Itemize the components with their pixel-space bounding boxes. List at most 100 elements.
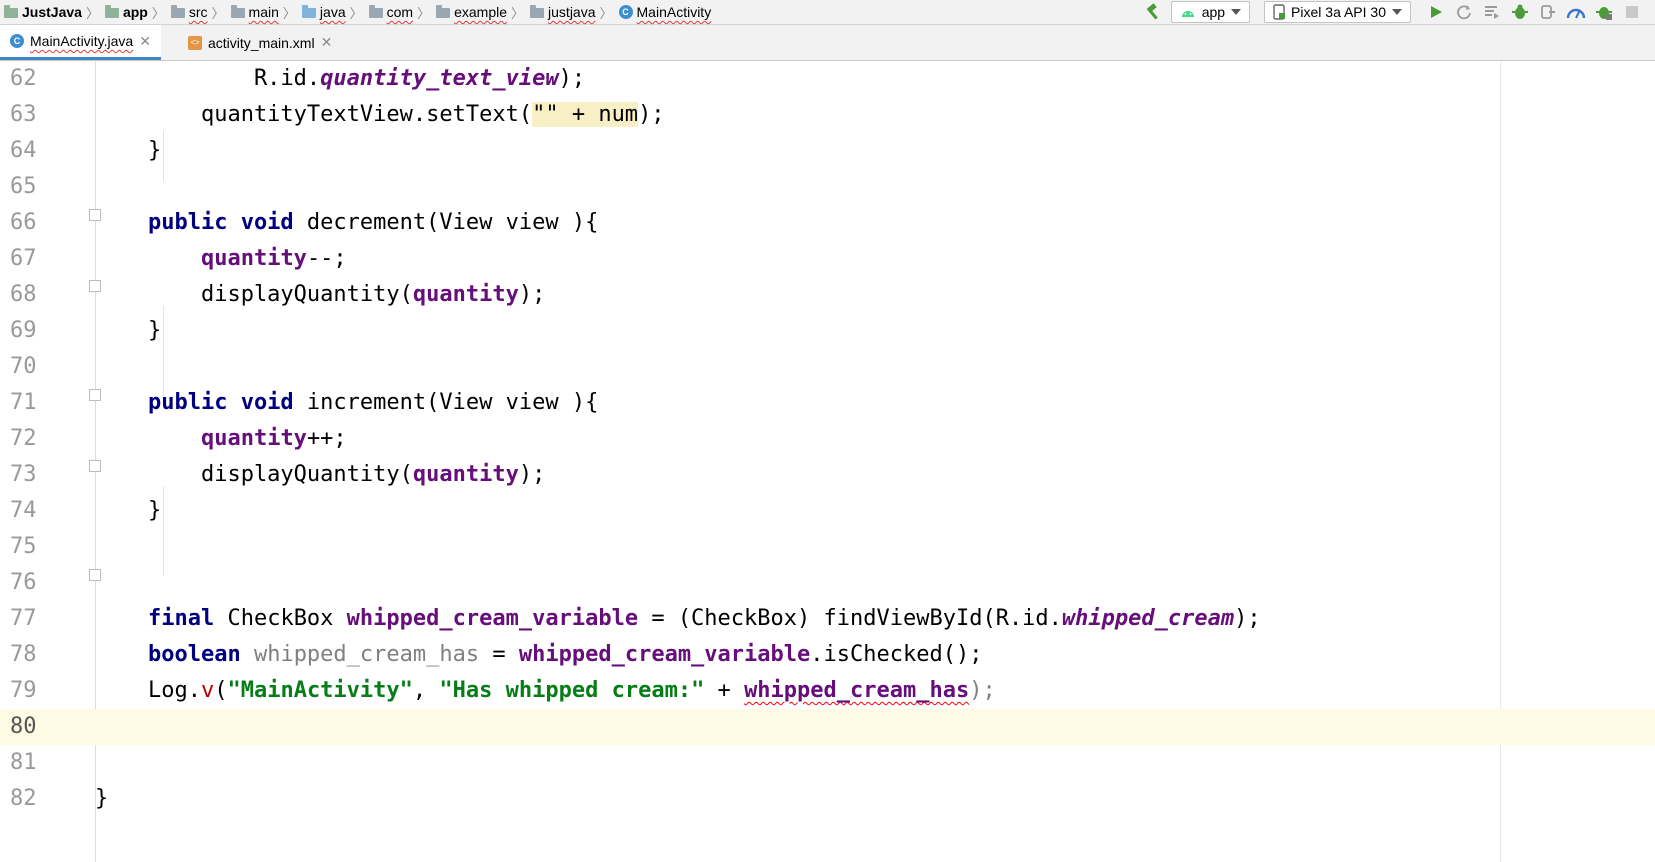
close-icon[interactable]: ✕: [321, 34, 333, 51]
profile-icon[interactable]: [1565, 1, 1587, 23]
line-number: 76: [10, 570, 37, 595]
line-number: 73: [10, 462, 37, 487]
code-text: }: [95, 318, 162, 343]
breadcrumb-item-mainactivity[interactable]: C MainActivity: [615, 4, 714, 20]
line-number: 69: [10, 318, 37, 343]
code-line-82[interactable]: 82 }: [0, 781, 1655, 817]
android-icon: [1181, 11, 1194, 17]
code-line-79[interactable]: 79 Log.v("MainActivity", "Has whipped cr…: [0, 673, 1655, 709]
code-line-71[interactable]: 71 public void increment(View view ){: [0, 385, 1655, 421]
xml-file-icon: <>: [188, 35, 202, 50]
source-folder-icon: [301, 4, 316, 18]
code-text: quantity++;: [200, 426, 347, 451]
breadcrumb-item-main[interactable]: main: [227, 4, 281, 20]
tab-label: activity_main.xml: [208, 34, 315, 51]
code-line-62[interactable]: 62 R.id.quantity_text_view);: [0, 61, 1655, 97]
code-editor[interactable]: 62 R.id.quantity_text_view); 63 quantity…: [0, 61, 1655, 862]
code-text: public void increment(View view ){: [95, 390, 599, 415]
stop-icon[interactable]: [1621, 1, 1643, 23]
run-configuration-dropdown[interactable]: app: [1170, 1, 1251, 23]
code-text: }: [95, 138, 162, 163]
module-folder-icon: [4, 4, 18, 18]
breadcrumb-label: JustJava: [22, 4, 82, 20]
code-line-69[interactable]: 69 }: [0, 313, 1655, 349]
debug-icon[interactable]: [1509, 1, 1531, 23]
chevron-down-icon: [1392, 9, 1402, 15]
breadcrumb-label: com: [386, 4, 414, 20]
device-dropdown[interactable]: Pixel 3a API 30: [1264, 1, 1411, 23]
breadcrumb-label: example: [454, 4, 508, 20]
code-text: quantityTextView.setText("" + num);: [95, 102, 665, 127]
breadcrumb-label: src: [188, 4, 208, 20]
chevron-right-icon: 〉: [151, 5, 165, 21]
line-number: 80: [10, 714, 37, 739]
code-line-76[interactable]: 76: [0, 565, 1655, 601]
attach-debugger-icon[interactable]: [1537, 1, 1559, 23]
line-number: 75: [10, 534, 37, 559]
breadcrumb-item-src[interactable]: src: [167, 4, 210, 20]
close-icon[interactable]: ✕: [139, 33, 151, 50]
hammer-icon[interactable]: [1143, 1, 1165, 23]
line-number: 78: [10, 642, 37, 667]
code-line-73[interactable]: 73 displayQuantity(quantity);: [0, 457, 1655, 493]
line-number: 63: [10, 102, 37, 127]
device-icon: [1273, 4, 1286, 20]
breadcrumb-item-justjava[interactable]: JustJava: [0, 4, 84, 20]
code-line-67[interactable]: 67 quantity--;: [0, 241, 1655, 277]
chevron-right-icon: 〉: [511, 5, 525, 21]
chevron-right-icon: 〉: [417, 5, 431, 21]
line-number: 68: [10, 282, 37, 307]
chevron-right-icon: 〉: [349, 5, 363, 21]
code-line-75[interactable]: 75: [0, 529, 1655, 565]
class-icon: C: [10, 34, 24, 48]
package-icon: [368, 4, 383, 18]
line-number: 79: [10, 678, 37, 703]
line-number: 67: [10, 246, 37, 271]
package-icon: [436, 4, 451, 18]
code-line-81[interactable]: 81: [0, 745, 1655, 781]
tab-activity-main-xml[interactable]: <> activity_main.xml ✕: [178, 25, 342, 60]
chevron-right-icon: 〉: [85, 5, 99, 21]
line-number: 62: [10, 66, 37, 91]
editor-tab-bar: C MainActivity.java ✕ <> activity_main.x…: [0, 25, 1655, 61]
code-line-63[interactable]: 63 quantityTextView.setText("" + num);: [0, 97, 1655, 133]
breadcrumb-label: justjava: [548, 4, 596, 20]
run-icon[interactable]: [1425, 1, 1447, 23]
line-number: 82: [10, 786, 37, 811]
breadcrumb: JustJava 〉 app 〉 src 〉 main 〉 java 〉 com…: [0, 0, 713, 24]
code-line-77[interactable]: 77 final CheckBox whipped_cream_variable…: [0, 601, 1655, 637]
line-number: 64: [10, 138, 37, 163]
code-text: }: [95, 786, 109, 811]
code-line-78[interactable]: 78 boolean whipped_cream_has = whipped_c…: [0, 637, 1655, 673]
code-text: final CheckBox whipped_cream_variable = …: [147, 606, 1261, 631]
code-line-66[interactable]: 66 public void decrement(View view ){: [0, 205, 1655, 241]
code-line-64[interactable]: 64 }: [0, 133, 1655, 169]
breadcrumb-item-app[interactable]: app: [101, 4, 150, 20]
code-text: quantity--;: [200, 246, 347, 271]
code-text: boolean whipped_cream_has = whipped_crea…: [147, 642, 983, 667]
code-line-68[interactable]: 68 displayQuantity(quantity);: [0, 277, 1655, 313]
line-number: 74: [10, 498, 37, 523]
line-number: 77: [10, 606, 37, 631]
tab-mainactivity-java[interactable]: C MainActivity.java ✕: [0, 25, 161, 60]
breadcrumb-item-com[interactable]: com: [365, 4, 415, 20]
breadcrumb-item-example[interactable]: example: [432, 4, 509, 20]
line-number: 81: [10, 750, 37, 775]
code-line-80[interactable]: 80: [0, 709, 1655, 745]
code-text: R.id.quantity_text_view);: [95, 66, 586, 91]
chevron-right-icon: 〉: [599, 5, 613, 21]
code-line-65[interactable]: 65: [0, 169, 1655, 205]
code-line-72[interactable]: 72 quantity++;: [0, 421, 1655, 457]
debug-app-icon[interactable]: [1593, 1, 1615, 23]
line-number: 72: [10, 426, 37, 451]
breadcrumb-item-justjava-package[interactable]: justjava: [526, 4, 597, 20]
folder-icon: [170, 4, 185, 18]
code-line-74[interactable]: 74 }: [0, 493, 1655, 529]
code-line-70[interactable]: 70: [0, 349, 1655, 385]
run-configuration-label: app: [1201, 4, 1226, 20]
code-text: Log.v("MainActivity", "Has whipped cream…: [95, 678, 996, 703]
apply-code-changes-icon[interactable]: [1481, 1, 1503, 23]
line-number: 65: [10, 174, 37, 199]
breadcrumb-item-java[interactable]: java: [298, 4, 348, 20]
apply-changes-icon[interactable]: [1453, 1, 1475, 23]
